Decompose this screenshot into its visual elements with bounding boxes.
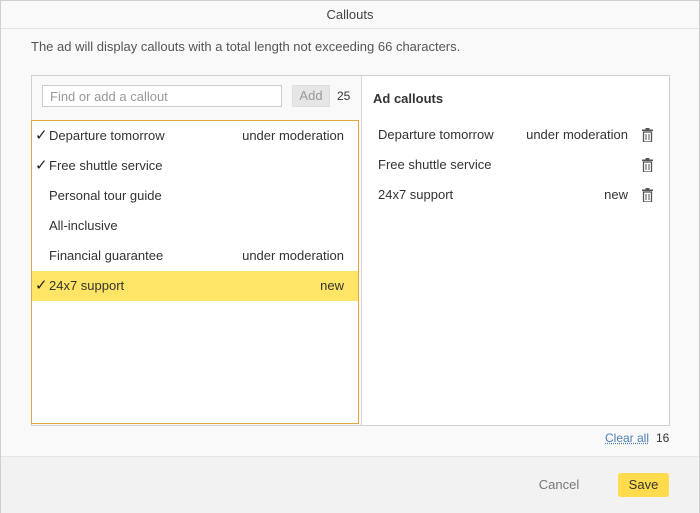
- clear-all-link[interactable]: Clear all: [605, 431, 649, 445]
- trash-icon[interactable]: [642, 128, 653, 142]
- ad-callouts-list: Departure tomorrow under moderation Free…: [362, 120, 669, 210]
- list-item-status: under moderation: [242, 248, 344, 263]
- callouts-dialog: Callouts The ad will display callouts wi…: [0, 0, 700, 513]
- list-item-label: Financial guarantee: [49, 248, 164, 263]
- available-callouts-column: Add 25 ✓ Departure tomorrow under modera…: [31, 76, 362, 425]
- dialog-title: Callouts: [1, 1, 699, 29]
- list-item[interactable]: ✓ Departure tomorrow under moderation: [32, 121, 358, 151]
- check-icon: ✓: [35, 277, 48, 294]
- list-item-label: Personal tour guide: [49, 188, 162, 203]
- list-item[interactable]: Financial guarantee under moderation: [32, 241, 358, 271]
- ad-callout-label: Departure tomorrow: [378, 127, 494, 142]
- ad-callout-status: under moderation: [526, 127, 628, 142]
- ad-callout-item: 24x7 support new: [362, 180, 669, 210]
- callouts-panel: Add 25 ✓ Departure tomorrow under modera…: [31, 75, 670, 426]
- check-icon: ✓: [35, 157, 48, 174]
- add-button[interactable]: Add: [292, 85, 330, 107]
- list-item[interactable]: All-inclusive: [32, 211, 358, 241]
- ad-callouts-header: Ad callouts: [373, 91, 444, 106]
- ad-callout-label: 24x7 support: [378, 187, 454, 202]
- cancel-button[interactable]: Cancel: [520, 473, 598, 497]
- selected-count: 16: [656, 431, 670, 445]
- list-item-label: Free shuttle service: [49, 158, 163, 173]
- remaining-count: 25: [337, 89, 351, 103]
- check-icon: ✓: [35, 127, 48, 144]
- ad-callout-item: Departure tomorrow under moderation: [362, 120, 669, 150]
- list-item[interactable]: ✓ Free shuttle service: [32, 151, 358, 181]
- list-item-status: under moderation: [242, 128, 344, 143]
- list-item-label: 24x7 support: [49, 278, 125, 293]
- trash-icon[interactable]: [642, 158, 653, 172]
- list-item-label: All-inclusive: [49, 218, 118, 233]
- callout-list: ✓ Departure tomorrow under moderation ✓ …: [31, 120, 359, 424]
- list-item-status: new: [320, 278, 344, 293]
- search-input[interactable]: [42, 85, 282, 107]
- list-item[interactable]: Personal tour guide: [32, 181, 358, 211]
- search-row: Add 25: [42, 85, 357, 109]
- list-item-label: Departure tomorrow: [49, 128, 165, 143]
- save-button[interactable]: Save: [618, 473, 669, 497]
- length-note: The ad will display callouts with a tota…: [31, 39, 461, 54]
- ad-callouts-column: Ad callouts Departure tomorrow under mod…: [362, 76, 669, 425]
- ad-callout-label: Free shuttle service: [378, 157, 492, 172]
- ad-callout-status: new: [604, 187, 628, 202]
- trash-icon[interactable]: [642, 188, 653, 202]
- dialog-footer: Cancel Save: [1, 456, 699, 513]
- list-item-selected[interactable]: ✓ 24x7 support new: [32, 271, 358, 301]
- ad-callout-item: Free shuttle service: [362, 150, 669, 180]
